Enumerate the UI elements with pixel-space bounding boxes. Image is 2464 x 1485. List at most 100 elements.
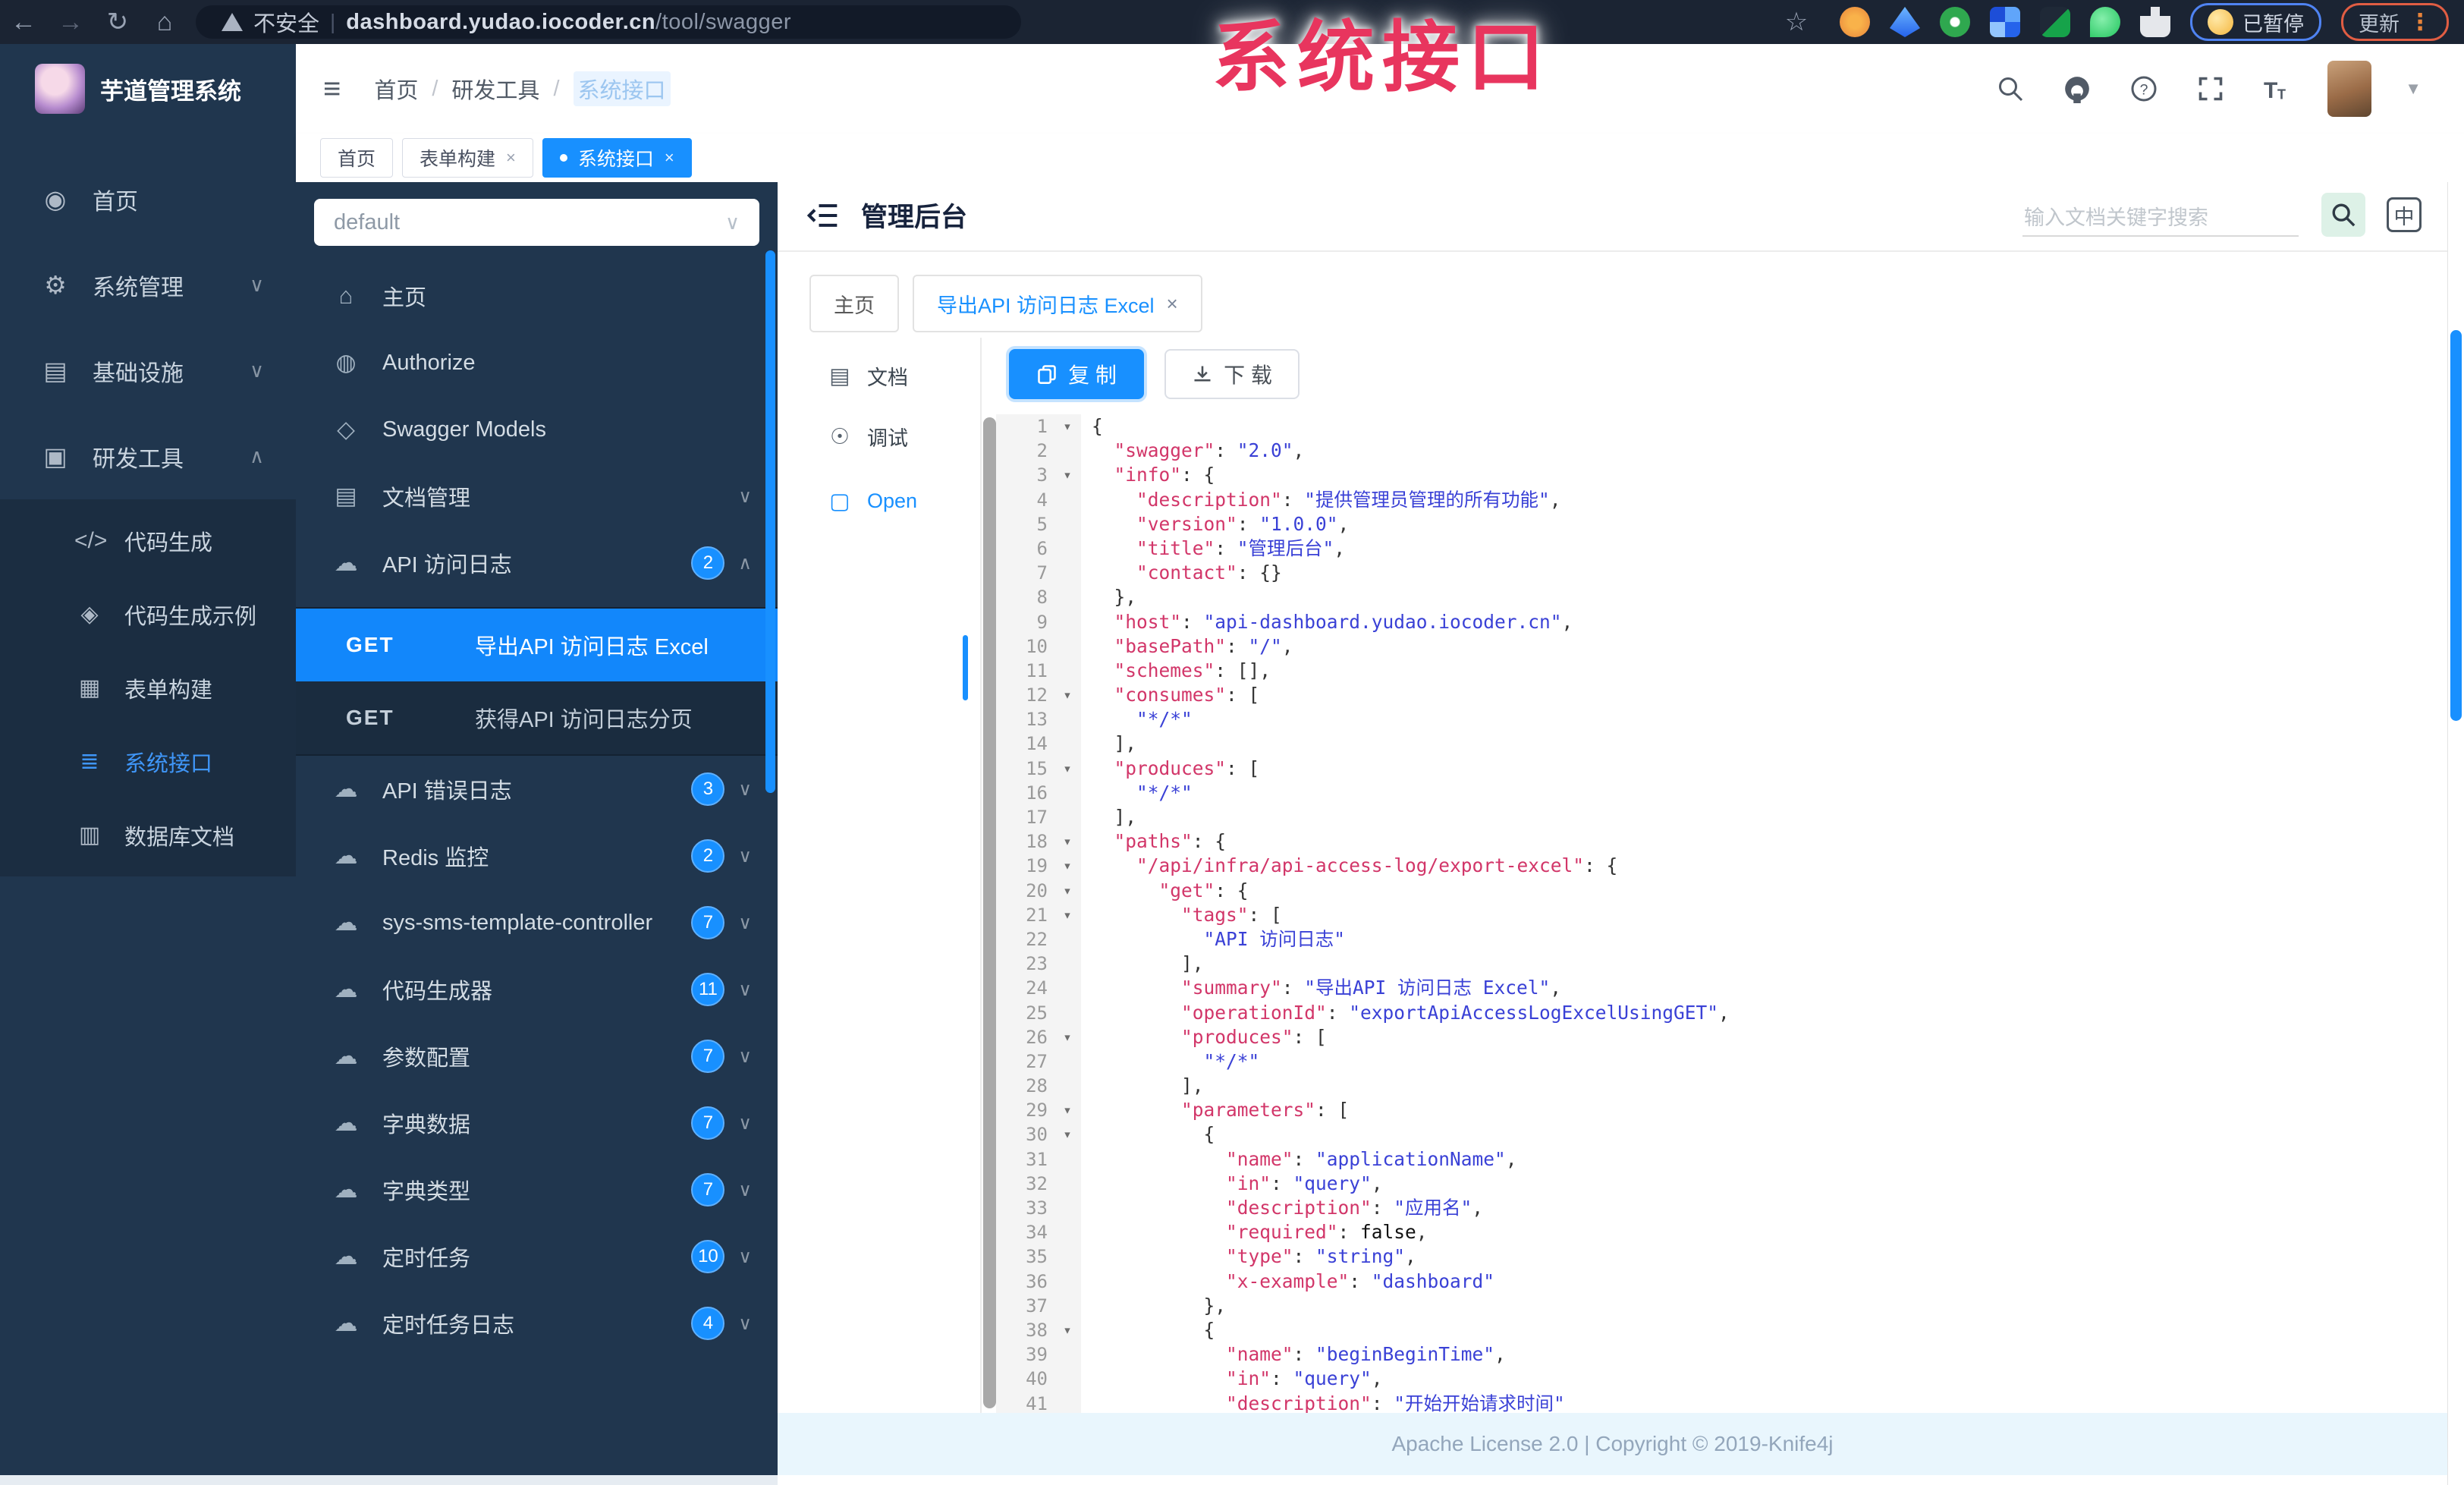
swagger-nav-label: Swagger Models (382, 417, 546, 442)
sidebar-subitem-label: 代码生成示例 (124, 604, 257, 629)
doc-search-button[interactable] (2321, 193, 2365, 237)
copy-button[interactable]: 复 制 (1009, 349, 1144, 399)
close-icon[interactable]: × (665, 148, 674, 168)
fold-icon[interactable]: ▾ (1054, 414, 1081, 439)
font-size-icon[interactable]: TT (2261, 72, 2294, 105)
close-icon[interactable]: × (1167, 292, 1178, 316)
fold-icon[interactable]: ▾ (1054, 683, 1081, 708)
sidebar-subitem-系统接口[interactable]: ≣ 系统接口 (0, 725, 296, 798)
home-icon[interactable]: ⌂ (141, 8, 188, 37)
tag-tab-系统接口[interactable]: 系统接口 × (542, 138, 692, 178)
sidebar-subitem-表单构建[interactable]: ▦ 表单构建 (0, 651, 296, 725)
language-toggle[interactable]: 中 (2387, 197, 2422, 232)
swagger-nav-item-Swagger Models[interactable]: ◇ Swagger Models (296, 396, 778, 463)
extension-icon[interactable] (2090, 7, 2120, 37)
extension-icon[interactable] (1990, 7, 2020, 37)
swagger-nav-item-Authorize[interactable]: ◍ Authorize (296, 329, 778, 396)
swagger-nav-item-参数配置[interactable]: ☁ 参数配置 7 ∨ (296, 1023, 778, 1090)
menu-dots-icon[interactable]: ⋮ (2409, 9, 2431, 36)
rail-item-调试[interactable]: ☉ 调试 (778, 406, 979, 467)
swagger-nav-item-文档管理[interactable]: ▤ 文档管理 ∨ (296, 463, 778, 530)
sidebar-subitem-代码生成[interactable]: </> 代码生成 (0, 504, 296, 577)
download-button[interactable]: 下 载 (1164, 349, 1300, 399)
collapse-menu-icon[interactable] (806, 199, 840, 236)
code-editor[interactable]: 1 ▾{2 "swagger": "2.0", 3 ▾ "info": {4 "des… (983, 414, 2447, 1413)
bookmark-star-icon[interactable]: ☆ (1773, 7, 1820, 37)
extension-icon[interactable] (1890, 7, 1920, 37)
swagger-nav-item[interactable]: ☁ (296, 1463, 778, 1475)
sidebar-item-系统管理[interactable]: ⚙ 系统管理 ∨ (0, 242, 296, 328)
fold-icon[interactable]: ▾ (1054, 1317, 1081, 1343)
breadcrumb-item[interactable]: 首页 (374, 73, 418, 105)
back-icon[interactable]: ← (0, 8, 47, 37)
swagger-nav-item-API 错误日志[interactable]: ☁ API 错误日志 3 ∨ (296, 756, 778, 823)
tag-tab-首页[interactable]: 首页 (320, 138, 394, 178)
doc-tab-主页[interactable]: 主页 (809, 275, 899, 332)
sidebar-item-首页[interactable]: ◉ 首页 (0, 156, 296, 242)
operation-获得API 访问日志分页[interactable]: GET 获得API 访问日志分页 (296, 681, 778, 754)
swagger-nav-item-API 访问日志[interactable]: ☁ API 访问日志 2 ∧ (296, 530, 778, 596)
page-scrollbar-thumb[interactable] (2450, 330, 2462, 721)
fold-icon[interactable]: ▾ (1054, 463, 1081, 488)
extension-icon[interactable] (2040, 7, 2070, 37)
rail-item-Open[interactable]: ▢ Open (778, 470, 979, 531)
swagger-nav-item-sys-sms-template-controller[interactable]: ☁ sys-sms-template-controller 7 ∨ (296, 889, 778, 956)
fold-icon[interactable]: ▾ (1054, 829, 1081, 854)
brand-row[interactable]: 芋道管理系统 (0, 44, 296, 121)
rail-item-文档[interactable]: ▤ 文档 (778, 345, 979, 406)
chevron-down-icon[interactable]: ▼ (2405, 79, 2422, 99)
hamburger-icon[interactable]: ≡ (323, 72, 341, 106)
line-number: 33 (996, 1196, 1054, 1221)
sidebar-item-基础设施[interactable]: ▤ 基础设施 ∨ (0, 328, 296, 414)
close-icon[interactable]: × (506, 148, 516, 168)
help-icon[interactable]: ? (2127, 72, 2161, 105)
sidebar-subitem-数据库文档[interactable]: ▥ 数据库文档 (0, 798, 296, 872)
reload-icon[interactable]: ↻ (94, 7, 141, 37)
fullscreen-icon[interactable] (2194, 72, 2227, 105)
fold-icon[interactable]: ▾ (1054, 1024, 1081, 1049)
line-number: 20 (996, 878, 1054, 903)
profile-paused-pill[interactable]: 已暂停 (2190, 3, 2321, 41)
breadcrumb-item[interactable]: 系统接口 (573, 71, 671, 106)
doc-search-input[interactable] (2022, 200, 2299, 237)
operation-导出API 访问日志 Excel[interactable]: GET 导出API 访问日志 Excel (296, 609, 778, 681)
editor-scrollbar-thumb[interactable] (983, 417, 996, 1408)
swagger-nav-item-字典类型[interactable]: ☁ 字典类型 7 ∨ (296, 1156, 778, 1223)
fold-icon[interactable]: ▾ (1054, 878, 1081, 903)
fold-icon[interactable]: ▾ (1054, 1098, 1081, 1123)
swagger-nav-label: sys-sms-template-controller (382, 910, 653, 935)
avatar[interactable] (2327, 61, 2372, 117)
swagger-nav-label: 定时任务日志 (382, 1314, 515, 1338)
github-icon[interactable] (2060, 72, 2094, 105)
swagger-nav-partial-item[interactable]: ☁ (296, 1463, 778, 1475)
doc-tab-导出API 访问日志 Excel[interactable]: 导出API 访问日志 Excel × (913, 275, 1202, 332)
code-token: "api-dashboard.yudao.iocoder.cn" (1203, 610, 1562, 633)
code-token: : [ (1226, 757, 1260, 779)
swagger-nav-item-Redis 监控[interactable]: ☁ Redis 监控 2 ∨ (296, 823, 778, 889)
swagger-nav-item-主页[interactable]: ⌂ 主页 (296, 263, 778, 329)
group-select[interactable]: default ∨ (314, 199, 759, 246)
breadcrumb-item[interactable]: 研发工具 (451, 73, 539, 105)
swagger-nav-item-字典数据[interactable]: ☁ 字典数据 7 ∨ (296, 1090, 778, 1156)
swagger-nav-item-代码生成器[interactable]: ☁ 代码生成器 11 ∨ (296, 956, 778, 1023)
address-bar[interactable]: 不安全 | dashboard.yudao.iocoder.cn/tool/sw… (196, 5, 1021, 39)
clipboard-icon: ▤ (829, 363, 850, 389)
fold-icon[interactable]: ▾ (1054, 854, 1081, 879)
fold-icon[interactable]: ▾ (1054, 1122, 1081, 1147)
sidebar-item-研发工具[interactable]: ▣ 研发工具 ∧ (0, 414, 296, 499)
extension-icon[interactable] (1940, 7, 1970, 37)
swagger-nav-item-定时任务[interactable]: ☁ 定时任务 10 ∨ (296, 1223, 778, 1290)
forward-icon[interactable]: → (47, 8, 94, 37)
page-scrollbar-track[interactable] (2447, 182, 2464, 1485)
extension-puzzle-icon[interactable] (2140, 7, 2170, 37)
search-icon[interactable] (1994, 72, 2027, 105)
extension-icon[interactable] (1840, 7, 1870, 37)
browser-update-pill[interactable]: 更新 ⋮ (2341, 3, 2449, 41)
sidebar-subitem-代码生成示例[interactable]: ◈ 代码生成示例 (0, 577, 296, 651)
sidebar-scrollbar-thumb[interactable] (765, 250, 775, 793)
tag-tab-表单构建[interactable]: 表单构建 × (402, 138, 533, 178)
line-number: 6 (996, 536, 1054, 562)
swagger-nav-item-定时任务日志[interactable]: ☁ 定时任务日志 4 ∨ (296, 1290, 778, 1357)
fold-icon[interactable]: ▾ (1054, 902, 1081, 927)
fold-icon[interactable]: ▾ (1054, 756, 1081, 781)
